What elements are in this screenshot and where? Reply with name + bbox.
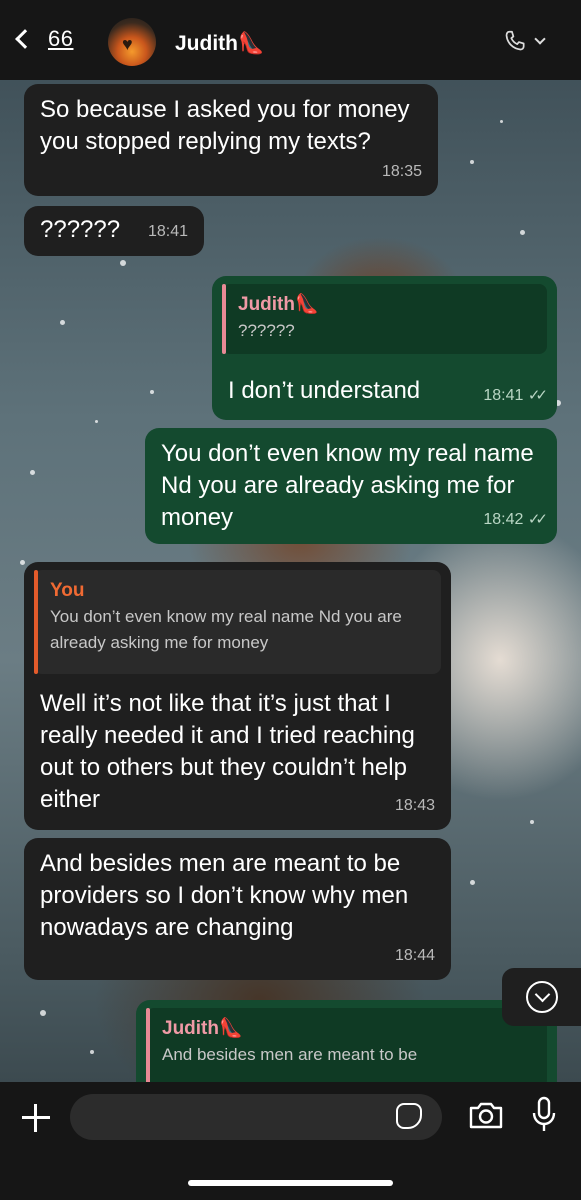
- double-check-icon: ✓✓: [527, 511, 548, 528]
- message-incoming[interactable]: So because I asked you for money you sto…: [24, 84, 438, 196]
- home-indicator: [188, 1180, 393, 1186]
- message-incoming[interactable]: ?????? 18:41: [24, 206, 204, 256]
- message-incoming[interactable]: You You don’t even know my real name Nd …: [24, 562, 451, 830]
- chevron-down-icon: [534, 33, 546, 45]
- message-time: 18:44: [394, 947, 435, 964]
- microphone-icon[interactable]: [530, 1096, 558, 1134]
- message-time: 18:41 ✓✓: [483, 387, 548, 404]
- quote-author: You: [50, 580, 85, 601]
- message-text: I don’t understand: [228, 377, 421, 404]
- chat-header: 66 ♥ Judith👠: [0, 0, 581, 80]
- heart-hands-icon: ♥: [122, 34, 133, 54]
- avatar[interactable]: ♥: [108, 18, 156, 66]
- message-text: Well it’s not like that it’s just that I…: [40, 690, 415, 813]
- contact-name-text: Judith: [175, 32, 238, 55]
- message-input-bar: [0, 1082, 581, 1200]
- message-outgoing[interactable]: Judith👠 ?????? I don’t understand 18:41 …: [212, 276, 557, 420]
- call-button[interactable]: [502, 28, 546, 54]
- message-time: 18:35: [381, 163, 422, 180]
- camera-icon[interactable]: [468, 1100, 504, 1130]
- scroll-down-icon: [525, 981, 558, 1013]
- plus-icon[interactable]: [20, 1102, 52, 1134]
- phone-icon: [505, 30, 525, 51]
- message-incoming[interactable]: And besides men are meant to be provider…: [24, 838, 451, 980]
- message-outgoing[interactable]: Judith👠 And besides men are meant to be: [136, 1000, 557, 1088]
- quote-author: Judith👠: [162, 1018, 243, 1039]
- quote-text: And besides men are meant to be: [162, 1045, 418, 1064]
- quoted-message[interactable]: Judith👠 And besides men are meant to be: [146, 1008, 547, 1088]
- quote-author: Judith👠: [238, 294, 319, 315]
- message-time: 18:43: [394, 797, 435, 814]
- quoted-message[interactable]: Judith👠 ??????: [222, 284, 547, 354]
- back-chevron-icon: [15, 29, 35, 49]
- unread-count: 66: [48, 26, 74, 51]
- shoe-emoji: 👠: [238, 32, 265, 55]
- quote-text: ??????: [238, 321, 295, 340]
- message-text: ??????: [40, 216, 121, 243]
- message-time: 18:42 ✓✓: [483, 511, 548, 528]
- back-button[interactable]: 66: [10, 26, 73, 52]
- contact-name[interactable]: Judith👠: [175, 32, 264, 56]
- message-input[interactable]: [70, 1094, 442, 1140]
- message-text: And besides men are meant to be provider…: [40, 850, 409, 941]
- message-text: So because I asked you for money you sto…: [40, 96, 410, 155]
- quote-text: You don’t even know my real name Nd you …: [50, 607, 402, 652]
- message-time: 18:41: [147, 223, 188, 240]
- message-outgoing[interactable]: You don’t even know my real name Nd you …: [145, 428, 557, 544]
- quoted-message[interactable]: You You don’t even know my real name Nd …: [34, 570, 441, 674]
- double-check-icon: ✓✓: [527, 387, 548, 404]
- scroll-to-bottom-button[interactable]: [502, 968, 581, 1026]
